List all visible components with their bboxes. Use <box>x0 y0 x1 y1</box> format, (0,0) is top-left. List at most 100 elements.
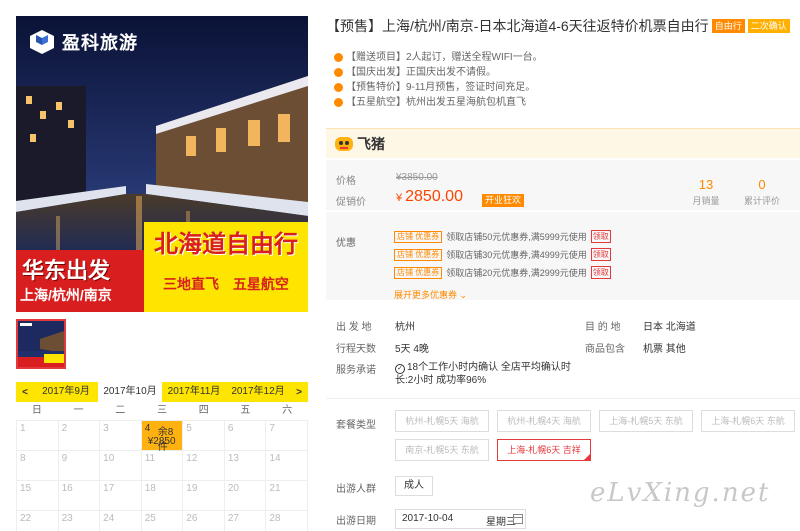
calendar-day[interactable]: 13 <box>224 451 267 481</box>
day-number: 7 <box>269 423 275 434</box>
expand-coupons-link[interactable]: 展开更多优惠券 ⌄ <box>394 288 467 301</box>
calendar-day[interactable]: 6 <box>224 421 267 451</box>
trip-days-label: 行程天数 <box>336 344 376 355</box>
original-price: ¥3850.00 <box>396 172 438 183</box>
banner-east-cities: 上海/杭州/南京 <box>20 287 112 303</box>
calendar-day[interactable]: 25 <box>142 511 184 531</box>
calendar-day[interactable]: 22 <box>17 511 59 531</box>
day-number: 4 <box>144 423 151 434</box>
calendar-day[interactable]: 11 <box>141 451 184 481</box>
highlight-text: 【预售特价】9-11月预售，签证时间充足。 <box>346 82 536 93</box>
weekday-label: 六 <box>282 405 293 416</box>
month-tab[interactable]: 2017年9月 <box>34 382 98 402</box>
promo-price-value: 2850.00 <box>405 188 463 205</box>
calendar-day[interactable]: 18 <box>141 481 184 511</box>
weekday-header: 日 一 二 三 四 五 六 <box>16 402 308 420</box>
weekday-label: 五 <box>240 405 251 416</box>
day-number: 27 <box>227 513 239 524</box>
claim-coupon-button[interactable]: 领取 <box>590 248 611 261</box>
calendar-day[interactable]: 24 <box>100 511 142 531</box>
day-number: 15 <box>20 483 32 494</box>
calendar-day[interactable]: 26 <box>183 511 225 531</box>
day-number: 18 <box>144 483 156 494</box>
package-option-selected[interactable]: 上海-札幌6天 吉祥 <box>497 439 591 461</box>
month-tab[interactable]: 2017年11月 <box>162 382 226 402</box>
day-number: 5 <box>186 423 192 434</box>
coupon-item: 店铺 优惠券 领取店铺30元优惠券,满4999元使用 领取 <box>394 248 611 261</box>
calendar-day[interactable]: 15 <box>17 481 59 511</box>
package-option[interactable]: 上海-札幌5天 东航 <box>599 410 693 432</box>
calendar-day[interactable]: 7 <box>266 421 308 451</box>
calendar-day[interactable]: 20 <box>224 481 267 511</box>
calendar-day[interactable]: 12 <box>183 451 225 481</box>
departure-calendar: < 2017年9月 2017年10月 2017年11月 2017年12月 > 日… <box>16 382 308 531</box>
calendar-day[interactable]: 23 <box>59 511 101 531</box>
package-option[interactable]: 上海-札幌6天 东航 <box>701 410 795 432</box>
traveler-type-option[interactable]: 成人 <box>395 476 433 496</box>
next-month-button[interactable]: > <box>290 387 308 398</box>
product-title-text: 【预售】上海/杭州/南京-日本北海道4-6天往返特价机票自由行 <box>326 18 709 34</box>
day-number: 22 <box>20 513 32 524</box>
banner-hokkaido-sub: 三地直飞 五星航空 <box>163 276 289 292</box>
departure-label: 出 发 地 <box>336 322 372 333</box>
selected-corner-icon <box>583 453 591 461</box>
coupon-text: 领取店铺50元优惠券,满5999元使用 <box>446 232 587 242</box>
calendar-day[interactable]: 9 <box>58 451 101 481</box>
banner-hokkaido-title: 北海道自由行 <box>154 231 298 258</box>
day-number: 25 <box>144 513 156 524</box>
watermark: eLvXing.net <box>590 478 771 508</box>
promo-price: ¥2850.00 <box>396 188 463 206</box>
calendar-day-grid: 1 2 3 4 余8件 ¥2850 5 6 7 8 9 10 11 12 13 14 15 16 17 18 19 20 2… <box>16 420 308 531</box>
claim-coupon-button[interactable]: 领取 <box>590 266 611 279</box>
bullet-icon <box>334 83 343 92</box>
day-number: 2 <box>61 423 68 434</box>
calendar-day[interactable]: 21 <box>266 481 308 511</box>
bullet-icon <box>334 68 343 77</box>
product-main-image: 盈科旅游 华东出发 上海/杭州/南京 北海道自由行 三地直飞 五星航空 <box>16 16 308 312</box>
calendar-day[interactable]: 27 <box>225 511 267 531</box>
day-number: 10 <box>103 453 115 464</box>
package-option[interactable]: 杭州-札幌4天 海航 <box>497 410 591 432</box>
calendar-day[interactable]: 16 <box>58 481 101 511</box>
calendar-day[interactable]: 19 <box>183 481 225 511</box>
coupon-text: 领取店铺30元优惠券,满4999元使用 <box>446 250 587 260</box>
trip-days-value: 5天 4晚 <box>395 344 429 355</box>
calendar-day[interactable]: 10 <box>100 451 142 481</box>
weekday-label: 二 <box>115 405 126 416</box>
calendar-icon[interactable] <box>513 514 523 524</box>
original-price-label: 价格 <box>336 176 356 187</box>
claim-coupon-button[interactable]: 领取 <box>590 230 611 243</box>
day-number: 13 <box>227 453 239 464</box>
calendar-day[interactable]: 3 <box>100 421 142 451</box>
commit-line: 18个工作小时内确认 全店平均确认时 <box>407 362 571 373</box>
package-option[interactable]: 杭州-札幌5天 海航 <box>395 410 489 432</box>
review-count[interactable]: 0 累计评价 <box>734 177 790 207</box>
calendar-day-available[interactable]: 4 余8件 ¥2850 <box>141 421 184 453</box>
calendar-day[interactable]: 1 <box>17 421 59 451</box>
coupon-text: 领取店铺20元优惠券,满2999元使用 <box>446 268 587 278</box>
trip-date-input[interactable]: 2017-10-04 星期三 <box>395 509 526 529</box>
day-number: 16 <box>61 483 73 494</box>
coupon-label: 优惠 <box>336 238 356 249</box>
prev-month-button[interactable]: < <box>16 387 34 398</box>
day-number: 24 <box>103 513 115 524</box>
day-number: 26 <box>186 513 198 524</box>
departure-value: 杭州 <box>395 322 415 333</box>
month-tab-active[interactable]: 2017年10月 <box>98 382 162 402</box>
calendar-day[interactable]: 2 <box>58 421 101 451</box>
calendar-day[interactable]: 28 <box>266 511 308 531</box>
calendar-day[interactable]: 8 <box>17 451 59 481</box>
package-label: 套餐类型 <box>336 420 376 431</box>
calendar-day[interactable]: 14 <box>266 451 308 481</box>
calendar-day[interactable]: 17 <box>100 481 142 511</box>
fliggy-icon <box>335 137 353 151</box>
highlight-text: 【五星航空】杭州出发五星海航包机直飞 <box>346 97 526 108</box>
cube-logo-icon <box>30 30 54 54</box>
image-thumbnail[interactable] <box>16 319 66 369</box>
package-option[interactable]: 南京-札幌5天 东航 <box>395 439 489 461</box>
product-highlights: 【赠送项目】2人起订，赠送全程WIFI一台。 【国庆出发】正国庆出发不请假。 【… <box>334 50 543 110</box>
month-tab[interactable]: 2017年12月 <box>226 382 290 402</box>
calendar-day[interactable]: 5 <box>183 421 225 451</box>
brand-logo: 盈科旅游 <box>28 28 138 56</box>
thumbnail-image <box>18 321 64 367</box>
